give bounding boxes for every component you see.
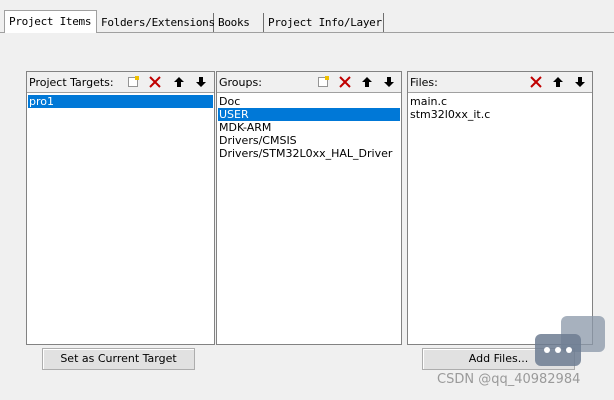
tab-project-items[interactable]: Project Items bbox=[4, 10, 97, 33]
new-icon[interactable] bbox=[315, 74, 331, 90]
group-item-drivers-cmsis[interactable]: Drivers/CMSIS bbox=[218, 134, 400, 147]
groups-list[interactable]: Doc USER MDK-ARM Drivers/CMSIS Drivers/S… bbox=[218, 95, 400, 343]
group-item-doc[interactable]: Doc bbox=[218, 95, 400, 108]
tab-content: Project Targets: pro1 Groups: Doc USER M… bbox=[1, 33, 613, 400]
delete-icon[interactable] bbox=[337, 74, 353, 90]
file-item-main-c[interactable]: main.c bbox=[409, 95, 591, 108]
delete-icon[interactable] bbox=[528, 74, 544, 90]
project-targets-list[interactable]: pro1 bbox=[28, 95, 213, 343]
files-panel: Files: main.c stm32l0xx_it.c bbox=[407, 71, 593, 345]
project-targets-title: Project Targets: bbox=[29, 76, 114, 89]
group-item-drivers-hal[interactable]: Drivers/STM32L0xx_HAL_Driver bbox=[218, 147, 400, 160]
file-item-stm32l0xx-it-c[interactable]: stm32l0xx_it.c bbox=[409, 108, 591, 121]
watermark: CSDN @qq_40982984 bbox=[437, 372, 581, 387]
tab-project-info-layer[interactable]: Project Info/Layer bbox=[264, 13, 384, 32]
tab-bar: Project Items Folders/Extensions Books P… bbox=[0, 0, 614, 33]
target-item-pro1[interactable]: pro1 bbox=[28, 95, 213, 108]
project-targets-header: Project Targets: bbox=[27, 72, 214, 93]
groups-panel: Groups: Doc USER MDK-ARM Drivers/CMSIS D… bbox=[216, 71, 402, 345]
move-down-icon[interactable] bbox=[572, 74, 588, 90]
new-icon[interactable] bbox=[125, 74, 141, 90]
group-item-user[interactable]: USER bbox=[218, 108, 400, 121]
files-title: Files: bbox=[410, 76, 438, 89]
groups-title: Groups: bbox=[219, 76, 262, 89]
move-up-icon[interactable] bbox=[171, 74, 187, 90]
delete-icon[interactable] bbox=[147, 74, 163, 90]
files-header: Files: bbox=[408, 72, 592, 93]
move-down-icon[interactable] bbox=[381, 74, 397, 90]
chat-icon bbox=[535, 316, 605, 366]
move-up-icon[interactable] bbox=[550, 74, 566, 90]
groups-header: Groups: bbox=[217, 72, 401, 93]
tab-books[interactable]: Books bbox=[214, 13, 264, 32]
files-list[interactable]: main.c stm32l0xx_it.c bbox=[409, 95, 591, 343]
set-as-current-target-button[interactable]: Set as Current Target bbox=[42, 348, 195, 370]
group-item-mdk-arm[interactable]: MDK-ARM bbox=[218, 121, 400, 134]
project-targets-panel: Project Targets: pro1 bbox=[26, 71, 215, 345]
move-down-icon[interactable] bbox=[193, 74, 209, 90]
move-up-icon[interactable] bbox=[359, 74, 375, 90]
tab-folders-extensions[interactable]: Folders/Extensions bbox=[97, 13, 215, 32]
